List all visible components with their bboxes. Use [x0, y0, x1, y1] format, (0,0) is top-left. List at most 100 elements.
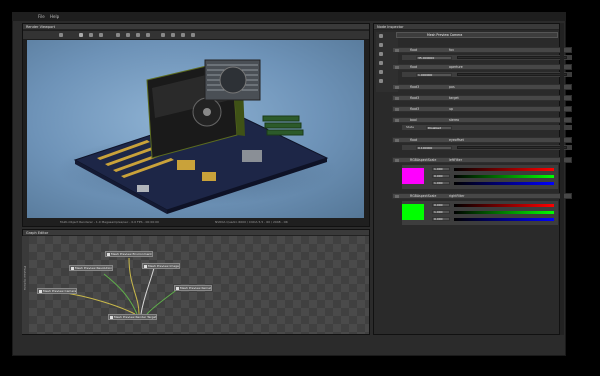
rightfilter-g-slider[interactable]	[454, 211, 554, 214]
rightfilter-r-field[interactable]: 0.000	[432, 203, 450, 207]
focus-icon[interactable]	[161, 33, 165, 37]
param-value-row-eyeoffset: 0.100000	[402, 145, 572, 150]
viewport-status-left: Multi-Object Renderer - 1.0 Megasamples/…	[60, 220, 159, 224]
expand-icon[interactable]	[395, 107, 399, 111]
material-icon[interactable]	[379, 43, 383, 47]
graph-title: Graph Editor	[26, 231, 49, 235]
rightfilter-swatch[interactable]	[402, 204, 424, 220]
settings-icon[interactable]	[191, 33, 195, 37]
aperture-slider[interactable]	[457, 73, 567, 76]
leftfilter-g-slider[interactable]	[454, 175, 554, 178]
param-row-leftfilter[interactable]: RGBAspectScale leftFilter	[392, 157, 572, 163]
dropdown-icon[interactable]	[59, 33, 63, 37]
node-icon	[107, 252, 110, 256]
graph-node-environment[interactable]: Mesh Preview Environment	[105, 251, 153, 257]
param-name: eyeoffset	[449, 138, 464, 142]
param-row-pos[interactable]: float3 pos	[392, 84, 572, 90]
stereo-state-label: State	[406, 125, 414, 129]
param-row-stereo[interactable]: bool stereo	[392, 117, 572, 123]
leftfilter-r-field[interactable]: 1.000	[432, 167, 450, 171]
light-icon[interactable]	[181, 33, 185, 37]
select-icon[interactable]	[116, 33, 120, 37]
expand-icon[interactable]	[395, 96, 399, 100]
stop-icon[interactable]	[89, 33, 93, 37]
param-value-row-fov: 35.000000	[402, 55, 572, 60]
menu-file[interactable]: File	[38, 14, 45, 19]
play-icon[interactable]	[79, 33, 83, 37]
param-row-up[interactable]: float3 up	[392, 106, 572, 112]
param-value-row-aperture: 1.000000	[402, 72, 572, 77]
node-icon	[110, 315, 113, 319]
graph-canvas[interactable]: Mesh Preview Environment Mesh Preview Re…	[29, 236, 369, 334]
param-name: pos	[449, 85, 455, 89]
expand-icon[interactable]	[395, 118, 399, 122]
aperture-value-field[interactable]: 1.000000	[416, 72, 452, 77]
stereo-state-dropdown[interactable]: Disabled	[426, 125, 452, 130]
expand-icon[interactable]	[395, 85, 399, 89]
graph-side-tab[interactable]: Preview Options	[22, 236, 29, 334]
param-type: float	[410, 65, 418, 69]
graph-node-render-target[interactable]: Mesh Preview Render Target	[108, 314, 158, 320]
param-row-eyeoffset[interactable]: float eyeoffset	[392, 137, 572, 143]
inspector-scrollbar[interactable]	[560, 23, 564, 335]
grid-icon[interactable]	[171, 33, 175, 37]
param-row-fov[interactable]: float fov	[392, 47, 572, 53]
expand-icon[interactable]	[395, 158, 399, 162]
leftfilter-r-slider[interactable]	[454, 168, 554, 171]
node-icon	[144, 264, 147, 268]
rightfilter-r-slider[interactable]	[454, 204, 554, 207]
rightfilter-editor: 0.000 1.000 0.000	[402, 201, 558, 225]
param-row-rightfilter[interactable]: RGBAspectScale rightFilter	[392, 193, 572, 199]
eyeoffset-value-field[interactable]: 0.100000	[416, 145, 452, 150]
graph-node-camera[interactable]: Mesh Preview Camera	[37, 288, 78, 294]
leftfilter-b-slider[interactable]	[454, 182, 554, 185]
leftfilter-editor: 1.000 0.000 1.000	[402, 165, 558, 189]
node-icon	[176, 286, 179, 290]
camera-icon[interactable]	[379, 61, 383, 65]
rotate-icon[interactable]	[136, 33, 140, 37]
param-type: RGBAspectScale	[410, 158, 437, 162]
render-image[interactable]	[27, 40, 364, 218]
expand-icon[interactable]	[395, 48, 399, 52]
param-row-target[interactable]: float3 target	[392, 95, 572, 101]
environment-icon[interactable]	[379, 79, 383, 83]
expand-icon[interactable]	[395, 194, 399, 198]
connection-env-target	[128, 257, 140, 315]
rightfilter-b-field[interactable]: 0.000	[432, 217, 450, 221]
fov-slider[interactable]	[457, 56, 567, 59]
node-label: Mesh Preview Camera	[43, 289, 77, 293]
selected-node-field[interactable]: Mesh Preview Camera	[396, 32, 558, 38]
motherboard-render	[57, 59, 337, 214]
light-icon[interactable]	[379, 70, 383, 74]
fov-value-field[interactable]: 35.000000	[416, 55, 452, 60]
leftfilter-b-field[interactable]: 1.000	[432, 181, 450, 185]
expand-icon[interactable]	[395, 65, 399, 69]
move-icon[interactable]	[126, 33, 130, 37]
rightfilter-b-slider[interactable]	[454, 218, 554, 221]
leftfilter-g-field[interactable]: 0.000	[432, 174, 450, 178]
param-name: fov	[449, 48, 454, 52]
graph-side-label: Preview Options	[23, 266, 27, 291]
zoom-icon[interactable]	[146, 33, 150, 37]
param-name: up	[449, 107, 454, 111]
param-value-row-stereo: State Disabled	[402, 125, 572, 130]
camera-icon[interactable]	[99, 33, 103, 37]
node-label: Mesh Preview Environment	[111, 252, 152, 256]
eyeoffset-slider[interactable]	[457, 146, 567, 149]
graph-node-image[interactable]: Mesh Preview Image	[142, 263, 180, 269]
param-row-aperture[interactable]: float aperture	[392, 64, 572, 70]
connection-img-target	[140, 267, 155, 315]
param-name: target	[449, 96, 459, 100]
graph-node-kernel[interactable]: Mesh Preview Kernel	[174, 285, 212, 291]
param-name: stereo	[449, 118, 460, 122]
rightfilter-g-field[interactable]: 1.000	[432, 210, 450, 214]
texture-icon[interactable]	[379, 52, 383, 56]
node-icon	[39, 289, 42, 293]
viewport-title: Render Viewport	[26, 25, 56, 29]
leftfilter-swatch[interactable]	[402, 168, 424, 184]
menu-help[interactable]: Help	[50, 14, 59, 19]
node-icon[interactable]	[379, 34, 383, 38]
selected-node-name: Mesh Preview Camera	[427, 33, 463, 37]
expand-icon[interactable]	[395, 138, 399, 142]
graph-node-resolution[interactable]: Mesh Preview Resolution	[69, 265, 114, 271]
